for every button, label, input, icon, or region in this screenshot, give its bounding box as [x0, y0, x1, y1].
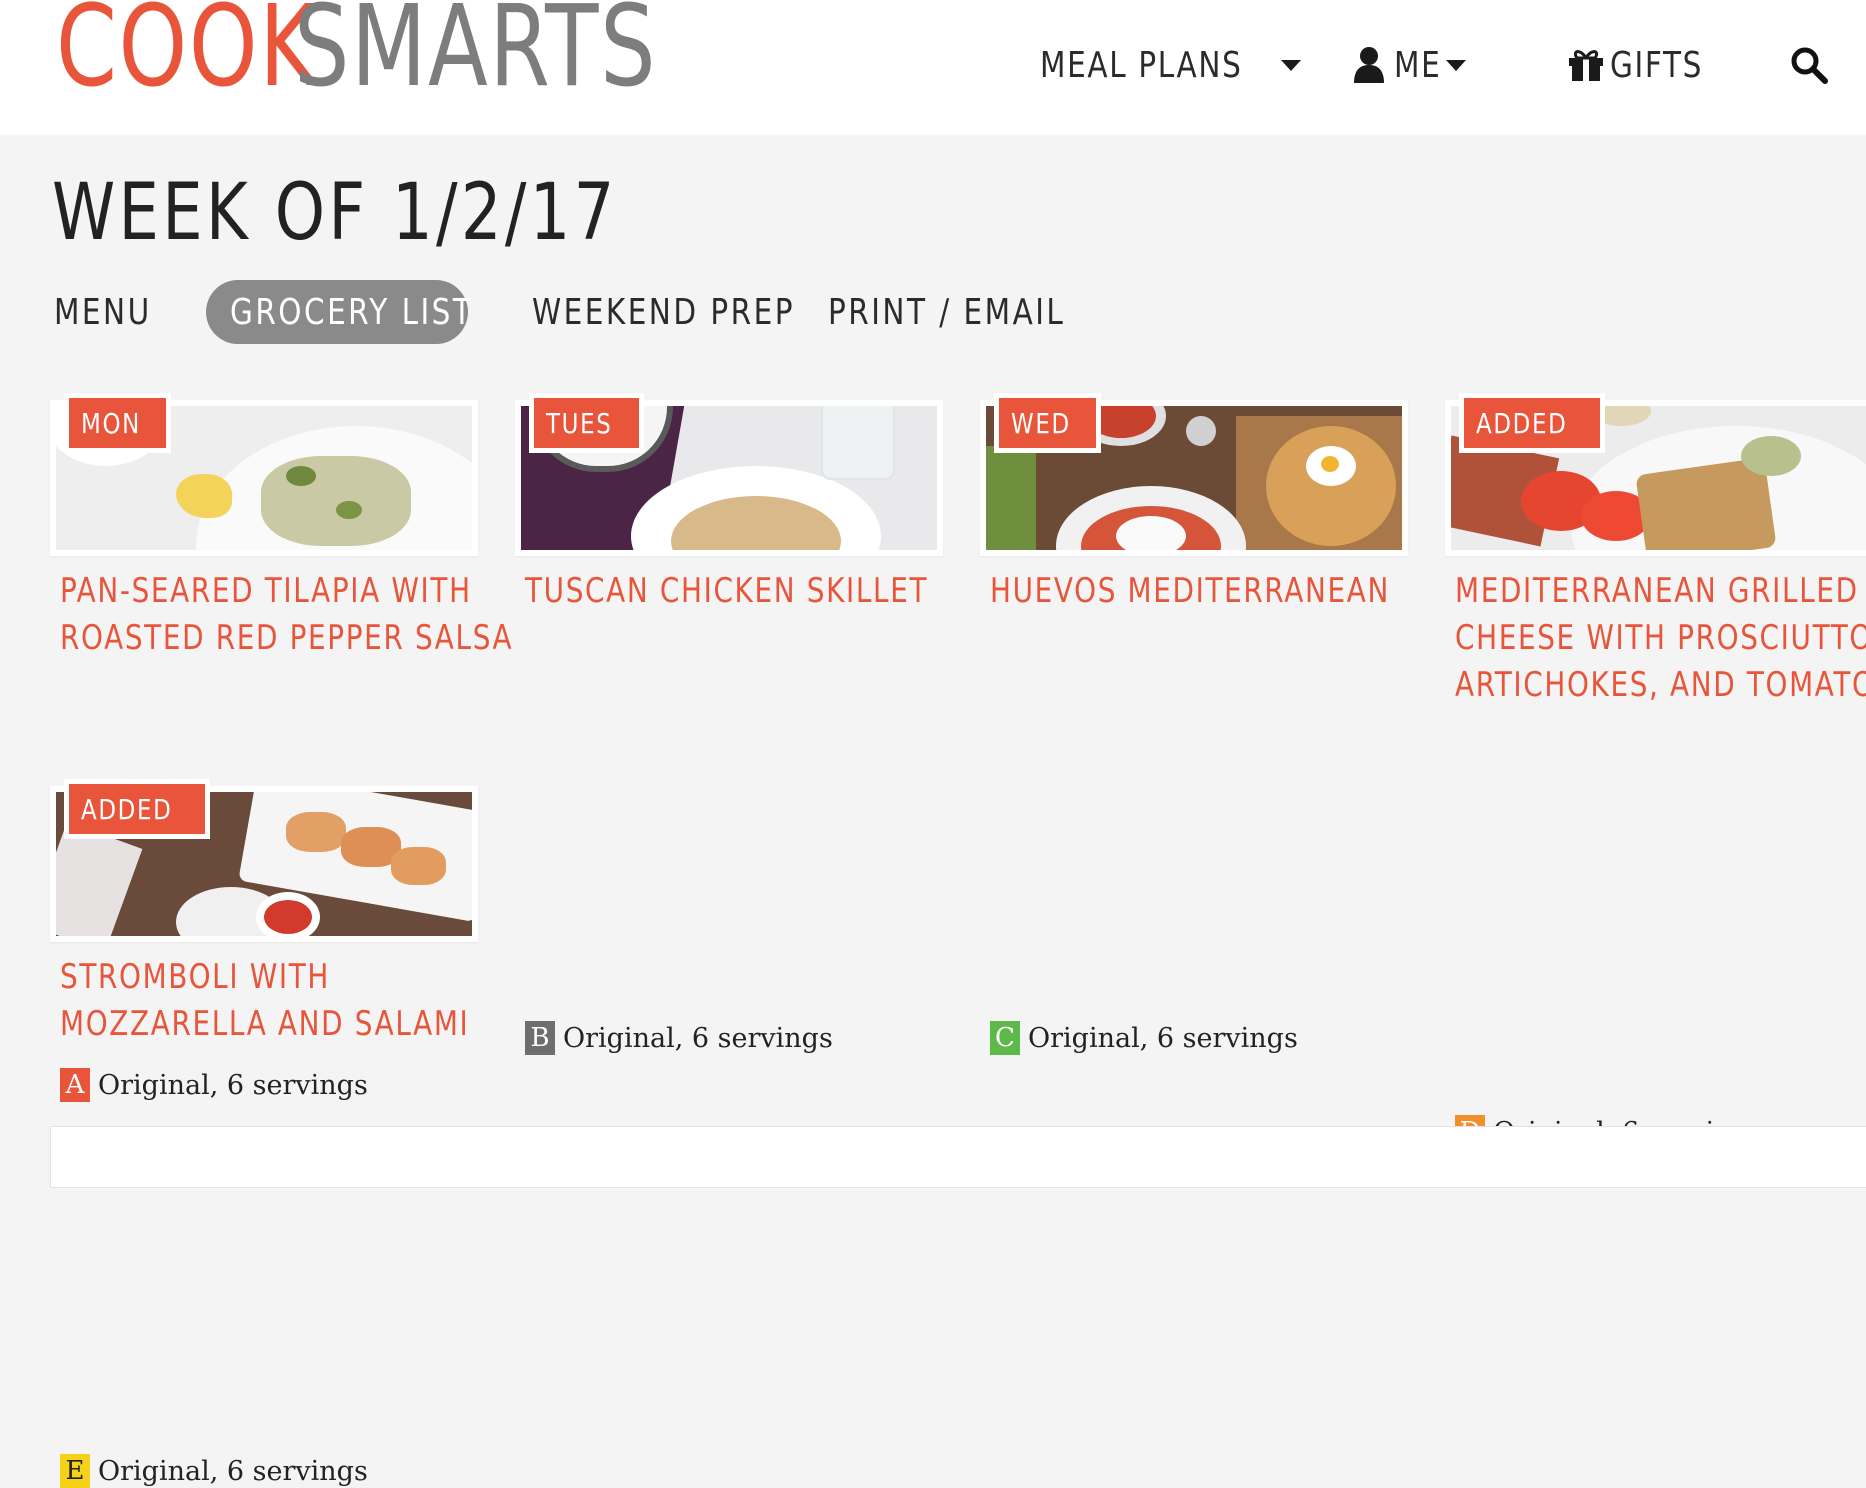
serving-text: Original, 6 servings [1028, 1022, 1298, 1054]
search-icon [1791, 47, 1828, 84]
chevron-down-icon [1280, 59, 1301, 71]
serving-text: Original, 6 servings [563, 1022, 833, 1054]
day-badge: TUES [529, 393, 645, 453]
nav-meal-plans-label: MEAL PLANS [1040, 44, 1243, 86]
serving-text: Original, 6 servings [98, 1069, 368, 1101]
status-badge: ADDED [64, 779, 210, 839]
day-badge-label: WED [1011, 406, 1071, 440]
page-title: WEEK OF 1/2/17 [52, 168, 618, 258]
nav-gifts-label: GIFTS [1610, 44, 1704, 86]
recipe-title-link[interactable]: STROMBOLI WITH MOZZARELLA AND SALAMI [60, 954, 519, 1048]
serving-info: A Original, 6 servings [60, 1068, 368, 1102]
status-badge-label: ADDED [1476, 406, 1568, 440]
recipe-letter-badge: C [990, 1021, 1020, 1055]
day-badge: MON [64, 393, 172, 453]
day-badge: WED [994, 393, 1101, 453]
nav-meal-plans[interactable]: MEAL PLANS [1040, 40, 1301, 90]
tab-weekend-prep[interactable]: WEEKEND PREP [532, 280, 853, 344]
recipe-title-link[interactable]: PAN-SEARED TILAPIA WITH ROASTED RED PEPP… [60, 568, 519, 662]
tab-menu-label: MENU [54, 291, 152, 333]
serving-info: B Original, 6 servings [525, 1021, 833, 1055]
site-header: COOKSMARTS MEAL PLANS ME GIFTS [0, 0, 1866, 135]
tab-print-email[interactable]: PRINT / EMAIL [828, 280, 1117, 344]
day-badge-label: TUES [546, 406, 613, 440]
tab-print-email-label: PRINT / EMAIL [828, 291, 1066, 333]
tab-menu[interactable]: MENU [54, 280, 173, 344]
nav-me-label: ME [1394, 44, 1442, 86]
user-icon [1354, 47, 1384, 83]
recipe-letter-badge: B [525, 1021, 555, 1055]
cooksmarts-logo[interactable]: COOKSMARTS [56, 0, 760, 112]
day-badge-label: MON [81, 406, 141, 440]
recipe-title-link[interactable]: TUSCAN CHICKEN SKILLET [525, 568, 984, 615]
serving-info: E Original, 6 servings [60, 1454, 368, 1488]
recipe-title-link[interactable]: HUEVOS MEDITERRANEAN [990, 568, 1449, 615]
status-badge-label: ADDED [81, 792, 173, 826]
serving-text: Original, 6 servings [98, 1455, 368, 1487]
chevron-down-icon [1445, 59, 1466, 71]
logo-text-smarts: SMARTS [293, 0, 658, 112]
logo-text-cook: COOK [56, 0, 319, 112]
recipe-title-link[interactable]: MEDITERRANEAN GRILLED CHEESE WITH PROSCI… [1455, 568, 1866, 709]
tab-weekend-prep-label: WEEKEND PREP [532, 291, 795, 333]
nav-me[interactable]: ME [1352, 40, 1466, 90]
gift-icon [1569, 50, 1603, 81]
nav-gifts[interactable]: GIFTS [1568, 40, 1723, 90]
recipe-letter-badge: A [60, 1068, 90, 1102]
status-badge: ADDED [1459, 393, 1605, 453]
search-button[interactable] [1790, 40, 1828, 90]
tab-grocery-list-label: GROCERY LIST [230, 291, 474, 333]
recipe-letter-badge: E [60, 1454, 90, 1488]
tab-grocery-list[interactable]: GROCERY LIST [206, 280, 471, 344]
grocery-list-panel [50, 1126, 1866, 1188]
serving-info: C Original, 6 servings [990, 1021, 1298, 1055]
